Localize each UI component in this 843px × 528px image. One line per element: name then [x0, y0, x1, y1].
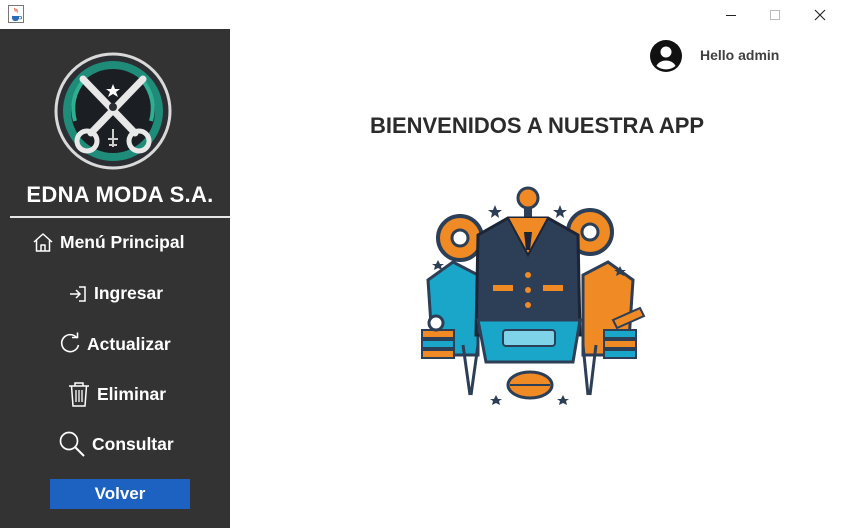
refresh-icon: [59, 332, 81, 356]
minimize-button[interactable]: [708, 0, 754, 29]
sidebar-item-consultar[interactable]: Consultar: [58, 430, 174, 458]
user-greeting: Hello admin: [700, 47, 780, 63]
user-circle-icon[interactable]: [649, 39, 683, 73]
volver-button[interactable]: Volver: [50, 479, 190, 509]
sidebar-item-label: Actualizar: [87, 333, 171, 354]
sidebar-item-eliminar[interactable]: Eliminar: [67, 380, 166, 408]
sidebar-item-menu-principal[interactable]: Menú Principal: [32, 231, 184, 253]
maximize-button[interactable]: [752, 0, 798, 29]
brand-divider: [10, 216, 230, 218]
window-titlebar: [0, 0, 843, 29]
sidebar-item-label: Consultar: [92, 433, 174, 454]
scissors-emblem-logo: [53, 51, 173, 171]
sidebar-item-label: Eliminar: [97, 383, 167, 404]
sidebar-item-label: Menú Principal: [60, 231, 185, 252]
search-icon: [58, 430, 86, 458]
maximize-icon: [770, 9, 780, 20]
home-icon: [32, 231, 54, 253]
close-icon: [814, 9, 826, 20]
brand-name: EDNA MODA S.A.: [26, 182, 214, 207]
sidebar: EDNA MODA S.A. Menú Principal Ingresar A…: [0, 29, 230, 528]
minimize-icon: [726, 14, 736, 16]
trash-icon: [67, 380, 91, 408]
sidebar-item-ingresar[interactable]: Ingresar: [68, 283, 163, 304]
login-icon: [68, 284, 88, 304]
close-button[interactable]: [797, 0, 843, 29]
tailor-clothing-illustration: [408, 180, 653, 410]
page-title: BIENVENIDOS A NUESTRA APP: [369, 113, 705, 138]
sidebar-item-label: Ingresar: [94, 283, 164, 303]
java-cup-icon: [8, 5, 24, 23]
sidebar-item-actualizar[interactable]: Actualizar: [59, 332, 171, 356]
